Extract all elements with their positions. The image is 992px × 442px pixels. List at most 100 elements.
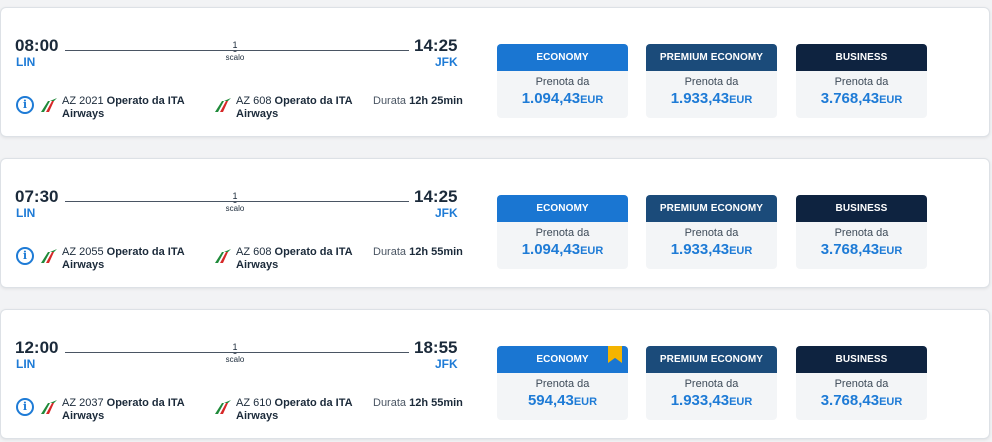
fare-class-label: ECONOMY xyxy=(536,203,589,214)
operator-label-line2: Airways xyxy=(236,259,279,271)
fare-business-button[interactable]: BUSINESS Prenota da 3.768,43EUR xyxy=(796,44,927,118)
fare-class-header: BUSINESS xyxy=(796,346,927,373)
fare-price: 3.768,43EUR xyxy=(796,90,927,108)
fare-premium-economy-button[interactable]: PREMIUM ECONOMY Prenota da 1.933,43EUR xyxy=(646,195,777,269)
price-currency: EUR xyxy=(879,396,903,408)
fare-price: 1.094,43EUR xyxy=(497,241,628,259)
fare-premium-economy-button[interactable]: PREMIUM ECONOMY Prenota da 1.933,43EUR xyxy=(646,346,777,420)
operator-label: Operato da ITA xyxy=(274,95,353,107)
fare-class-label: ECONOMY xyxy=(536,52,589,63)
operator-label: Operato da ITA xyxy=(274,246,353,258)
fare-class-header: PREMIUM ECONOMY xyxy=(646,346,777,373)
stop-label: scalo xyxy=(225,53,245,62)
departure-airport: LIN xyxy=(16,206,36,220)
segment-1-info: AZ 2055 Operato da ITA Airways xyxy=(62,246,197,272)
fare-class-label: BUSINESS xyxy=(835,52,888,63)
price-amount: 1.094,43 xyxy=(521,241,581,258)
ita-airways-logo-icon xyxy=(41,98,57,112)
info-icon[interactable]: i xyxy=(16,96,34,114)
ita-airways-logo-icon xyxy=(215,98,231,112)
fare-class-header: PREMIUM ECONOMY xyxy=(646,44,777,71)
fare-price: 3.768,43EUR xyxy=(796,241,927,259)
operator-label: Operato da ITA xyxy=(274,397,353,409)
fare-class-header: ECONOMY xyxy=(497,346,628,373)
fare-class-header: ECONOMY xyxy=(497,44,628,71)
book-from-label: Prenota da xyxy=(834,378,889,390)
info-icon[interactable]: i xyxy=(16,247,34,265)
book-from-label: Prenota da xyxy=(535,76,590,88)
price-amount: 3.768,43 xyxy=(820,392,880,409)
price-currency: EUR xyxy=(729,94,753,106)
arrival-time: 14:25 xyxy=(414,187,458,206)
fare-class-label: PREMIUM ECONOMY xyxy=(659,52,764,63)
operator-label: Operato da ITA xyxy=(106,95,185,107)
flight-number: AZ 2055 xyxy=(62,246,104,258)
ita-airways-logo-icon xyxy=(41,400,57,414)
route-line xyxy=(65,201,409,202)
duration-prefix: Durata xyxy=(373,95,407,107)
fare-class-label: PREMIUM ECONOMY xyxy=(659,203,764,214)
flight-card: 07:30 LIN 1 scalo 14:25 JFK i AZ 2055 Op… xyxy=(0,158,990,288)
stop-count: 1 xyxy=(225,343,245,352)
fare-class-header: PREMIUM ECONOMY xyxy=(646,195,777,222)
duration-value: 12h 55min xyxy=(409,246,463,258)
departure-time: 07:30 xyxy=(15,187,59,206)
fare-price: 1.933,43EUR xyxy=(646,241,777,259)
operator-label-line2: Airways xyxy=(62,410,105,422)
fare-economy-button[interactable]: ECONOMY Prenota da 594,43EUR xyxy=(497,346,628,420)
book-from-label: Prenota da xyxy=(535,227,590,239)
price-amount: 1.933,43 xyxy=(670,90,730,107)
fare-premium-economy-button[interactable]: PREMIUM ECONOMY Prenota da 1.933,43EUR xyxy=(646,44,777,118)
price-amount: 1.094,43 xyxy=(521,90,581,107)
fare-economy-button[interactable]: ECONOMY Prenota da 1.094,43EUR xyxy=(497,195,628,269)
duration: Durata 12h 25min xyxy=(373,95,463,107)
operator-label-line2: Airways xyxy=(62,259,105,271)
stop-count: 1 xyxy=(225,192,245,201)
duration-value: 12h 25min xyxy=(409,95,463,107)
fare-business-button[interactable]: BUSINESS Prenota da 3.768,43EUR xyxy=(796,195,927,269)
price-currency: EUR xyxy=(729,396,753,408)
flight-number: AZ 2037 xyxy=(62,397,104,409)
fare-price: 594,43EUR xyxy=(497,392,628,410)
arrival-time: 18:55 xyxy=(414,338,458,357)
stop-label: scalo xyxy=(225,204,245,213)
book-from-label: Prenota da xyxy=(834,227,889,239)
ita-airways-logo-icon xyxy=(215,400,231,414)
ita-airways-logo-icon xyxy=(215,249,231,263)
fare-class-label: PREMIUM ECONOMY xyxy=(659,354,764,365)
book-from-label: Prenota da xyxy=(684,378,739,390)
segment-2-info: AZ 608 Operato da ITA Airways xyxy=(236,246,371,272)
flight-number: AZ 608 xyxy=(236,246,272,258)
fare-class-label: BUSINESS xyxy=(835,354,888,365)
flight-card: 08:00 LIN 1 scalo 14:25 JFK i AZ 2021 Op… xyxy=(0,7,990,137)
price-currency: EUR xyxy=(879,94,903,106)
duration: Durata 12h 55min xyxy=(373,397,463,409)
price-currency: EUR xyxy=(879,245,903,257)
fare-business-button[interactable]: BUSINESS Prenota da 3.768,43EUR xyxy=(796,346,927,420)
fare-economy-button[interactable]: ECONOMY Prenota da 1.094,43EUR xyxy=(497,44,628,118)
stop-label: scalo xyxy=(225,355,245,364)
arrival-airport: JFK xyxy=(435,357,458,371)
fare-class-header: ECONOMY xyxy=(497,195,628,222)
fare-price: 1.933,43EUR xyxy=(646,392,777,410)
duration-prefix: Durata xyxy=(373,246,407,258)
segment-1-info: AZ 2021 Operato da ITA Airways xyxy=(62,95,197,121)
fare-class-header: BUSINESS xyxy=(796,195,927,222)
price-amount: 1.933,43 xyxy=(670,241,730,258)
price-amount: 3.768,43 xyxy=(820,241,880,258)
departure-airport: LIN xyxy=(16,55,36,69)
flight-number: AZ 2021 xyxy=(62,95,104,107)
fare-class-header: BUSINESS xyxy=(796,44,927,71)
info-icon[interactable]: i xyxy=(16,398,34,416)
book-from-label: Prenota da xyxy=(535,378,590,390)
price-amount: 3.768,43 xyxy=(820,90,880,107)
stop-count: 1 xyxy=(225,41,245,50)
price-amount: 594,43 xyxy=(527,392,574,409)
operator-label: Operato da ITA xyxy=(106,246,185,258)
departure-time: 12:00 xyxy=(15,338,59,357)
operator-label: Operato da ITA xyxy=(106,397,185,409)
operator-label-line2: Airways xyxy=(236,108,279,120)
duration: Durata 12h 55min xyxy=(373,246,463,258)
flight-number: AZ 610 xyxy=(236,397,272,409)
ita-airways-logo-icon xyxy=(41,249,57,263)
